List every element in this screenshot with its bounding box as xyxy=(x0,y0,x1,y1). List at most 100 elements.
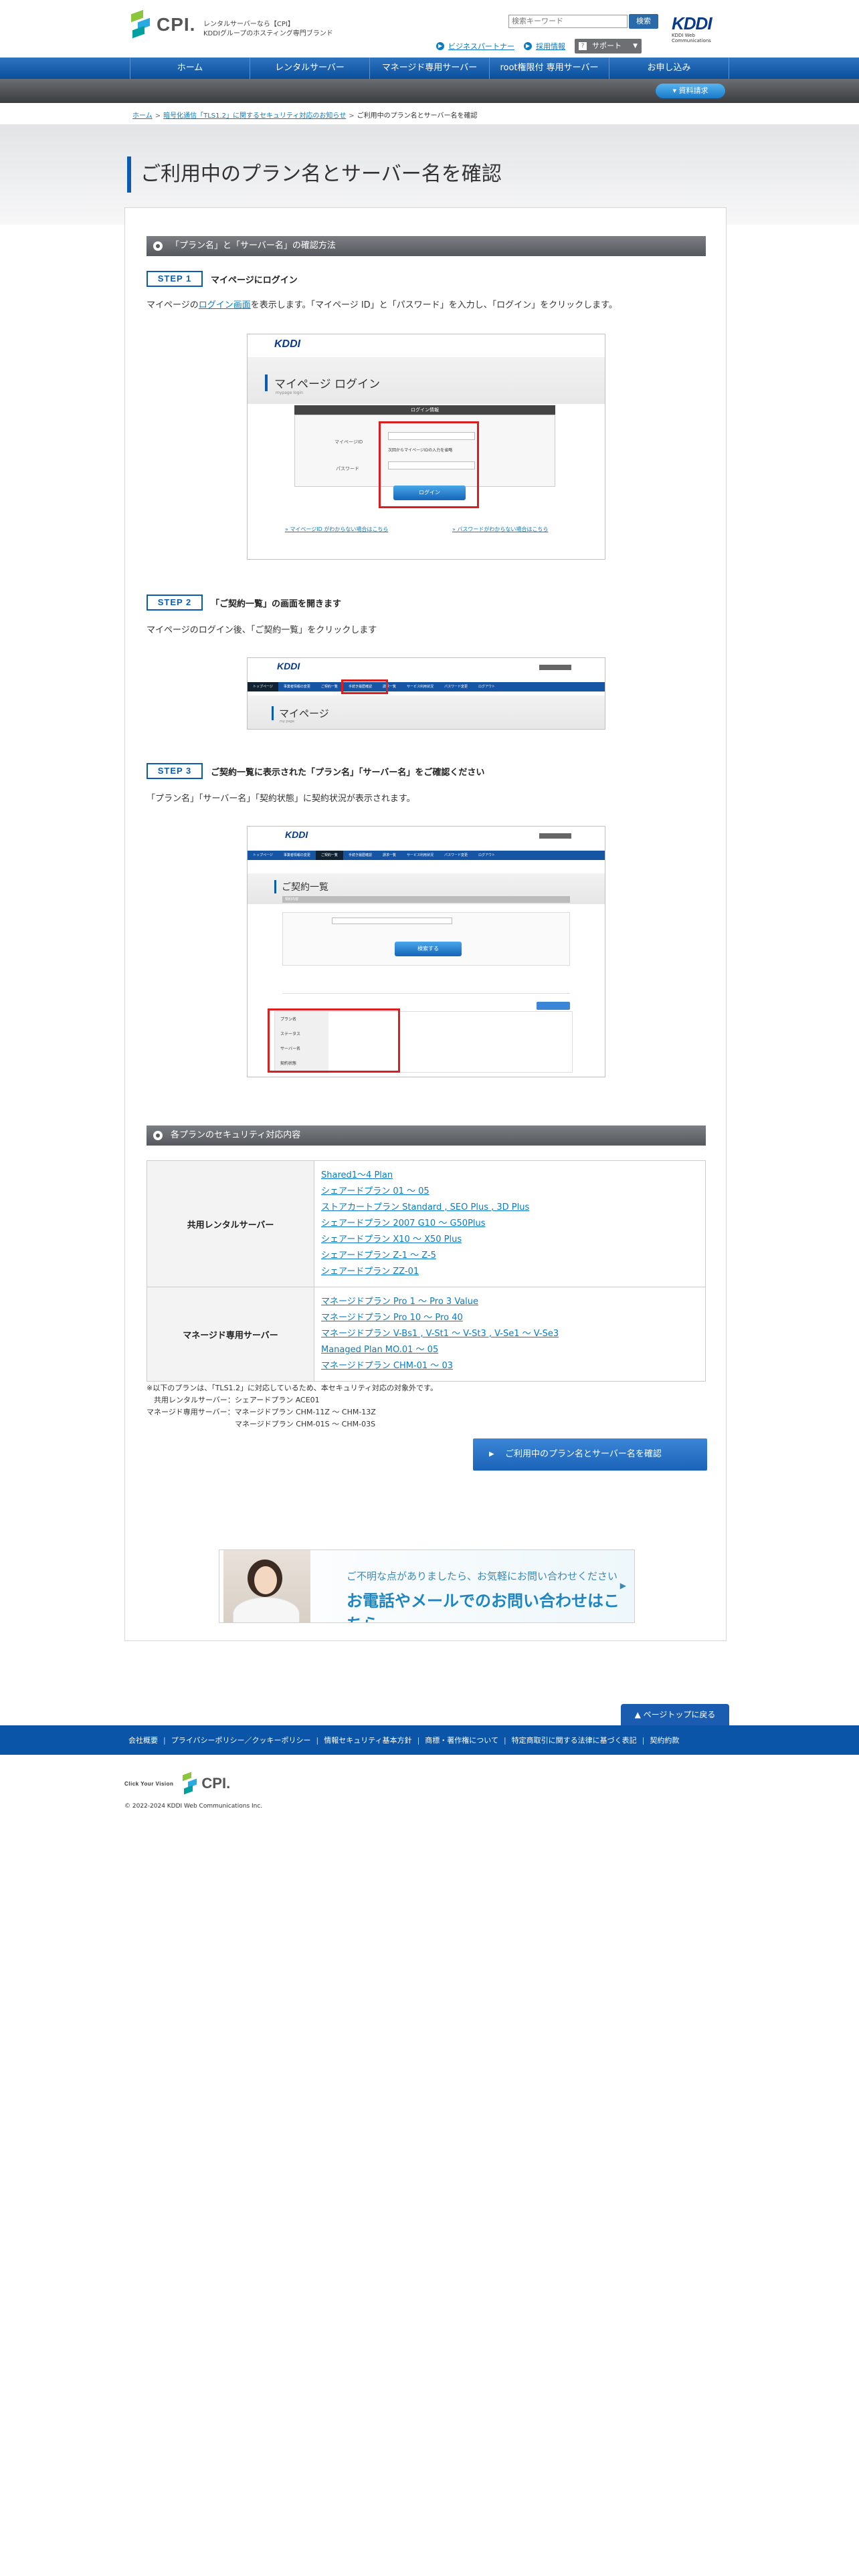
plan-link[interactable]: マネージドプラン Pro 1 ～ Pro 3 Value xyxy=(321,1294,698,1310)
plan-link[interactable]: シェアードプラン 2007 G10 ～ G50Plus xyxy=(321,1216,698,1232)
mypage-title: マイページ xyxy=(272,706,329,720)
mini-nav-item: サービス利用状況 xyxy=(406,685,434,689)
footer-link-terms[interactable]: 契約約款 xyxy=(650,1735,679,1745)
step-title: 「ご契約一覧」の画面を開きます xyxy=(211,599,342,609)
step-badge: STEP 1 xyxy=(147,271,203,287)
operator-image xyxy=(223,1550,310,1622)
plan-link[interactable]: マネージドプラン CHM-01 ～ 03 xyxy=(321,1358,698,1374)
plan-link[interactable]: シェアードプラン Z-1 ～ Z-5 xyxy=(321,1248,698,1264)
breadcrumb-separator: > xyxy=(349,112,355,120)
plan-link[interactable]: シェアードプラン ZZ-01 xyxy=(321,1264,698,1280)
contact-banner[interactable]: ご不明な点がありましたら、お気軽にお問い合わせください お電話やメールでのお問い… xyxy=(219,1549,635,1623)
login-forgot-password-text: パスワードがわからない場合はこちら xyxy=(457,526,549,532)
plan-links: Shared1～4 Plan シェアードプラン 01 ～ 05 ストアカートプラ… xyxy=(314,1160,706,1287)
recruit-link[interactable]: ▶ 採用情報 xyxy=(524,41,565,51)
page-top-button[interactable]: ▲ ページトップに戻る xyxy=(621,1704,729,1725)
kddi-logo-sub: KDDI Web Communications xyxy=(672,33,711,43)
footer-separator: | xyxy=(417,1735,420,1745)
mini-nav-item: ご契約一覧 xyxy=(315,851,343,860)
mini-kddi-logo: KDDI xyxy=(277,661,300,671)
plan-link[interactable]: マネージドプラン Pro 10 ～ Pro 40 xyxy=(321,1310,698,1326)
confirm-plan-button[interactable]: ▶ ご利用中のプラン名とサーバー名を確認 xyxy=(473,1438,707,1471)
tagline: レンタルサーバーなら【CPI】 KDDIグループのホスティング専門ブランド xyxy=(203,20,333,39)
breadcrumb-home[interactable]: ホーム xyxy=(132,112,153,120)
breadcrumb-current: ご利用中のプラン名とサーバー名を確認 xyxy=(357,112,478,120)
request-docs-button[interactable]: ▾ 資料請求 xyxy=(656,84,725,98)
contract-list-screenshot: KDDI トップページ 事業者情報の変更 ご契約一覧 手続き履歴確認 請求一覧 … xyxy=(247,826,605,1077)
tagline-line-2: KDDIグループのホスティング専門ブランド xyxy=(203,30,333,37)
arrow-right-icon: ▶ xyxy=(619,1581,626,1590)
plan-link[interactable]: シェアードプラン 01 ～ 05 xyxy=(321,1184,698,1200)
table-row: 共用レンタルサーバー Shared1～4 Plan シェアードプラン 01 ～ … xyxy=(147,1160,706,1287)
nav-item-rental-server[interactable]: レンタルサーバー xyxy=(250,58,370,79)
global-nav: ホーム レンタルサーバー マネージド専用サーバー root権限付 専用サーバー … xyxy=(130,58,729,79)
contract-search-button-sample: 検索する xyxy=(395,942,462,956)
step-2: STEP 2 「ご契約一覧」の画面を開きます xyxy=(147,595,341,611)
nav-item-root-server[interactable]: root権限付 専用サーバー xyxy=(490,58,609,79)
mini-nav-item: 事業者情報の変更 xyxy=(283,853,310,857)
step-1-desc-prefix: マイページの xyxy=(147,300,199,310)
mini-nav-item: トップページ xyxy=(253,853,273,857)
arrow-right-icon: ▶ xyxy=(524,42,532,50)
step-1-desc-suffix: を表示します。「マイページ ID」と「パスワード」を入力し、「ログイン」をクリッ… xyxy=(250,300,617,310)
nav-item-home[interactable]: ホーム xyxy=(130,58,250,79)
search-input[interactable]: 検索キーワード xyxy=(508,15,628,28)
footer-separator: | xyxy=(642,1735,645,1745)
footer-logo-text: CPI. xyxy=(201,1775,231,1792)
cpi-logo[interactable]: CPI. xyxy=(131,9,196,39)
nav-item-apply[interactable]: お申し込み xyxy=(609,58,729,79)
contract-title: ご契約一覧 xyxy=(274,880,328,893)
step-1-description: マイページのログイン画面を表示します。「マイページ ID」と「パスワード」を入力… xyxy=(147,298,617,310)
footer-link-company[interactable]: 会社概要 xyxy=(128,1735,158,1745)
chevron-up-icon: ▲ xyxy=(634,1710,644,1719)
mini-nav-item: 手続き履歴確認 xyxy=(348,853,372,857)
plan-link[interactable]: Shared1～4 Plan xyxy=(321,1168,698,1184)
mini-nav-item: 事業者情報の変更 xyxy=(283,685,310,689)
cpi-logo-icon xyxy=(131,9,151,39)
step-title: マイページにログイン xyxy=(211,275,298,286)
footer-link-security-policy[interactable]: 情報セキュリティ基本方針 xyxy=(324,1735,411,1745)
step-1: STEP 1 マイページにログイン xyxy=(147,271,298,287)
business-partner-link[interactable]: ▶ ビジネスパートナー xyxy=(436,41,514,51)
section-heading-text: 「プラン名」と「サーバー名」の確認方法 xyxy=(171,241,336,251)
section-heading-security: 各プランのセキュリティ対応内容 xyxy=(147,1125,706,1146)
recruit-label: 採用情報 xyxy=(536,42,565,51)
contact-line-1: ご不明な点がありましたら、お気軽にお問い合わせください xyxy=(347,1570,618,1582)
copyright: © 2022-2024 KDDI Web Communications Inc. xyxy=(124,1803,263,1810)
footer-separator: | xyxy=(163,1735,166,1745)
mypage-screenshot: KDDI トップページ 事業者情報の変更 ご契約一覧 手続き履歴確認 請求一覧 … xyxy=(247,657,605,730)
login-subtitle: mypage login xyxy=(276,391,303,395)
confirm-plan-label: ご利用中のプラン名とサーバー名を確認 xyxy=(505,1449,662,1459)
plan-link[interactable]: ストアカートプラン Standard , SEO Plus , 3D Plus xyxy=(321,1200,698,1216)
footer-link-privacy[interactable]: プライバシーポリシー／クッキーポリシー xyxy=(171,1735,311,1745)
contract-nav: トップページ 事業者情報の変更 ご契約一覧 手続き履歴確認 請求一覧 サービス利… xyxy=(248,851,605,860)
arrow-right-icon: ▶ xyxy=(489,1451,494,1458)
table-row: マネージド専用サーバー マネージドプラン Pro 1 ～ Pro 3 Value… xyxy=(147,1287,706,1382)
step-badge: STEP 3 xyxy=(147,763,203,779)
support-label: サポート xyxy=(592,41,622,50)
search-button[interactable]: 検索 xyxy=(629,14,658,29)
chevron-down-icon: ▾ xyxy=(672,86,679,95)
logo-text: CPI. xyxy=(157,14,196,35)
contract-search-field xyxy=(332,918,452,924)
kddi-logo[interactable]: KDDI KDDI Web Communications xyxy=(672,13,729,43)
support-button[interactable]: ? サポート ▼ xyxy=(575,39,642,53)
step-badge: STEP 2 xyxy=(147,595,203,611)
plan-link[interactable]: マネージドプラン V-Bs1 , V-St1 ～ V-St3 , V-Se1 ～… xyxy=(321,1326,698,1342)
highlight-box xyxy=(341,679,388,694)
plan-link[interactable]: Managed Plan MO.01 ～ 05 xyxy=(321,1342,698,1358)
sub-bar xyxy=(0,79,859,103)
breadcrumb-parent[interactable]: 暗号化通信「TLS1.2」に関するセキュリティ対応のお知らせ xyxy=(163,112,346,120)
login-panel-title: ログイン情報 xyxy=(294,405,555,415)
plan-link[interactable]: シェアードプラン X10 ～ X50 Plus xyxy=(321,1232,698,1248)
footer-link-trademark[interactable]: 商標・著作権について xyxy=(425,1735,498,1745)
login-screen-link[interactable]: ログイン画面 xyxy=(199,300,251,310)
highlight-box xyxy=(379,421,479,508)
main-content: 「プラン名」と「サーバー名」の確認方法 STEP 1 マイページにログイン マイ… xyxy=(124,207,727,1641)
nav-item-managed-server[interactable]: マネージド専用サーバー xyxy=(370,58,490,79)
header-links: ▶ ビジネスパートナー ▶ 採用情報 ? サポート ▼ xyxy=(436,39,642,53)
login-title: マイページ ログイン xyxy=(265,374,380,391)
footer-link-commerce-law[interactable]: 特定商取引に関する法律に基づく表記 xyxy=(512,1735,637,1745)
plan-links: マネージドプラン Pro 1 ～ Pro 3 Value マネージドプラン Pr… xyxy=(314,1287,706,1382)
arrow-right-icon: ▶ xyxy=(436,42,444,50)
